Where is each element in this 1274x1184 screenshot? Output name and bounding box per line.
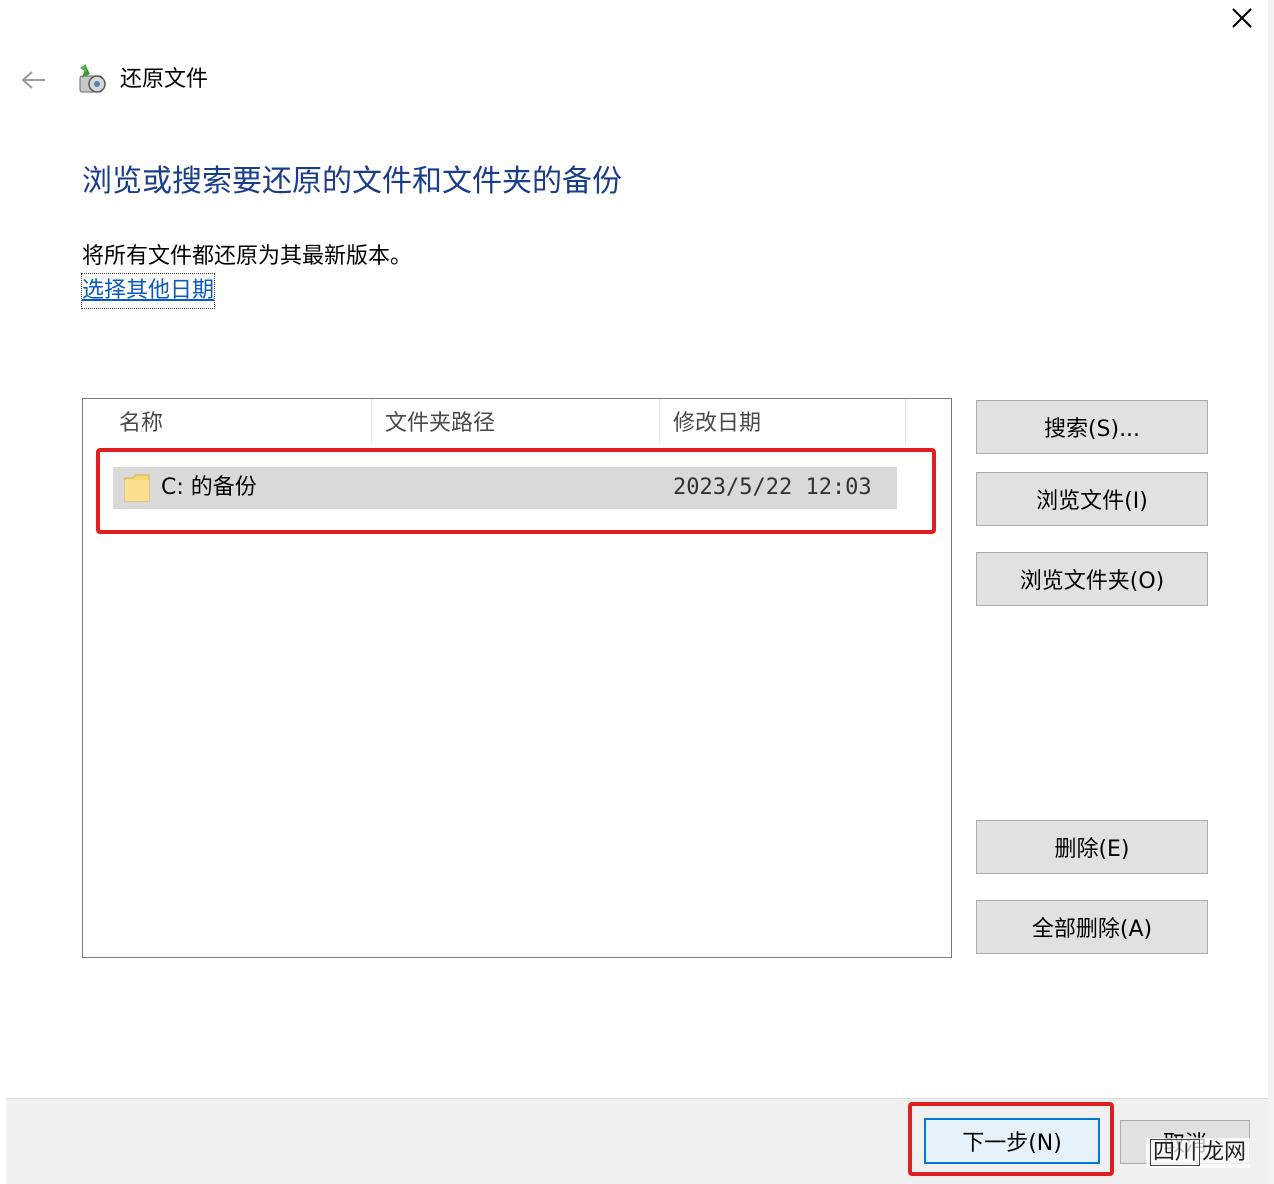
window-edge <box>1268 0 1274 1184</box>
row-name: C: 的备份 <box>161 475 257 500</box>
choose-other-date-link[interactable]: 选择其他日期 <box>80 273 216 309</box>
remove-button[interactable]: 删除(E) <box>976 820 1208 874</box>
next-button[interactable]: 下一步(N) <box>924 1118 1100 1164</box>
restore-files-window: 还原文件 浏览或搜索要还原的文件和文件夹的备份 将所有文件都还原为其最新版本。 … <box>0 0 1274 1184</box>
watermark: 四川 龙网 <box>1146 1138 1251 1168</box>
back-button[interactable] <box>16 64 52 96</box>
column-header-modified-date[interactable]: 修改日期 <box>673 399 903 443</box>
remove-all-button[interactable]: 全部删除(A) <box>976 900 1208 954</box>
column-header-folder-path[interactable]: 文件夹路径 <box>385 399 655 443</box>
page-heading: 浏览或搜索要还原的文件和文件夹的备份 <box>82 164 622 199</box>
close-icon <box>1232 8 1252 28</box>
search-button[interactable]: 搜索(S)... <box>976 400 1208 454</box>
backup-file-list[interactable]: 名称 文件夹路径 修改日期 C: 的备份 2023/5/22 12:03 <box>82 398 952 958</box>
column-divider <box>371 399 372 443</box>
folder-icon <box>124 474 150 502</box>
column-divider <box>905 399 906 443</box>
page-description: 将所有文件都还原为其最新版本。 <box>82 244 413 269</box>
browse-files-button[interactable]: 浏览文件(I) <box>976 472 1208 526</box>
row-modified-date: 2023/5/22 12:03 <box>673 475 872 500</box>
list-header: 名称 文件夹路径 修改日期 <box>83 399 951 443</box>
window-title: 还原文件 <box>120 67 209 92</box>
column-header-name[interactable]: 名称 <box>119 399 369 443</box>
close-button[interactable] <box>1222 0 1262 36</box>
list-item[interactable]: C: 的备份 2023/5/22 12:03 <box>113 467 897 509</box>
watermark-boxed-text: 四川 <box>1150 1139 1201 1166</box>
back-arrow-icon <box>21 71 45 89</box>
backup-restore-app-icon <box>79 64 106 93</box>
column-divider <box>659 399 660 443</box>
browse-folders-button[interactable]: 浏览文件夹(O) <box>976 552 1208 606</box>
watermark-text: 龙网 <box>1202 1140 1247 1165</box>
